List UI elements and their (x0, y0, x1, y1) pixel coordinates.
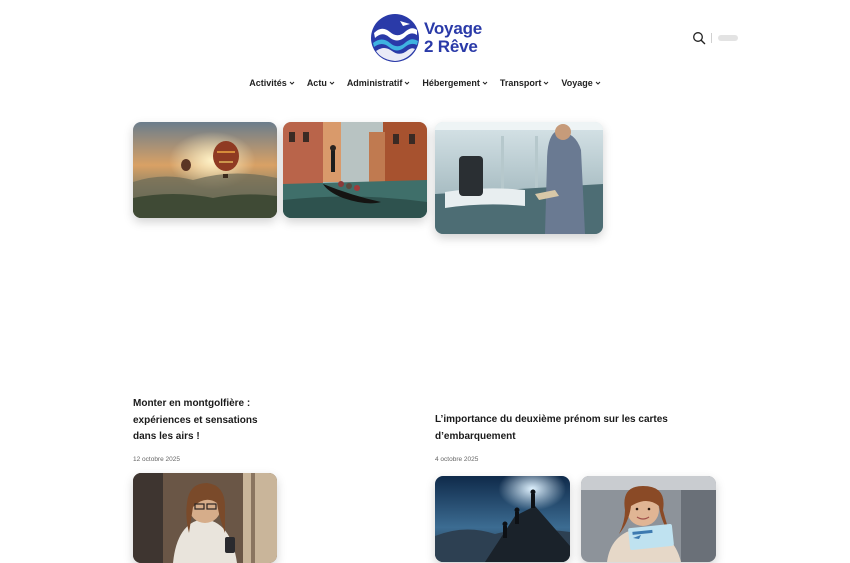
nav-item-label: Activités (249, 78, 287, 88)
header-divider (711, 33, 712, 43)
chevron-down-icon (289, 81, 295, 85)
chevron-down-icon (329, 81, 335, 85)
chevron-down-icon (544, 81, 549, 85)
nav-item-administratif[interactable]: Administratif (347, 78, 411, 88)
post-title-montgolfiere[interactable]: Monter en montgolfière : expériences et … (133, 396, 283, 446)
nav-item-hebergement[interactable]: Hébergement (422, 78, 488, 88)
nav-item-label: Hébergement (422, 78, 480, 88)
airport-check-in-image[interactable] (435, 122, 603, 234)
site-logo[interactable]: Voyage 2 Rêve (370, 13, 485, 63)
nav-item-label: Voyage (561, 78, 593, 88)
nav-item-transport[interactable]: Transport (500, 78, 550, 88)
chevron-down-icon (595, 81, 601, 85)
post-date: 12 octobre 2025 (133, 456, 180, 463)
post-title-deuxieme-prenom[interactable]: L’importance du deuxième prénom sur les … (435, 412, 675, 445)
chevron-down-icon (482, 81, 488, 85)
nav-item-label: Transport (499, 78, 542, 88)
logo-icon (371, 14, 419, 62)
nav-item-label: Actu (306, 78, 327, 88)
nav-item-activites[interactable]: Activités (249, 78, 295, 88)
hikers-mountain-night-image[interactable] (435, 476, 570, 562)
nav-item-actu[interactable]: Actu (307, 78, 335, 88)
logo-text-line1: Voyage (424, 19, 483, 38)
woman-boarding-pass-image[interactable] (581, 476, 716, 562)
post-date: 4 octobre 2025 (435, 456, 479, 463)
venice-gondola-image[interactable] (283, 122, 427, 218)
site-header: Voyage 2 Rêve Activités Actu Administrat… (0, 0, 850, 120)
nav-item-label: Administratif (346, 78, 403, 88)
hot-air-balloons-image[interactable] (133, 122, 277, 218)
dark-mode-toggle[interactable] (718, 35, 738, 41)
nav-item-voyage[interactable]: Voyage (561, 78, 601, 88)
logo-text-line2: 2 Rêve (424, 37, 478, 56)
logo-text: Voyage 2 Rêve (424, 20, 482, 56)
search-icon[interactable] (692, 31, 706, 45)
header-actions (692, 30, 738, 46)
chevron-down-icon (404, 81, 410, 85)
main-nav: Activités Actu Administratif Hébergement… (0, 78, 850, 88)
